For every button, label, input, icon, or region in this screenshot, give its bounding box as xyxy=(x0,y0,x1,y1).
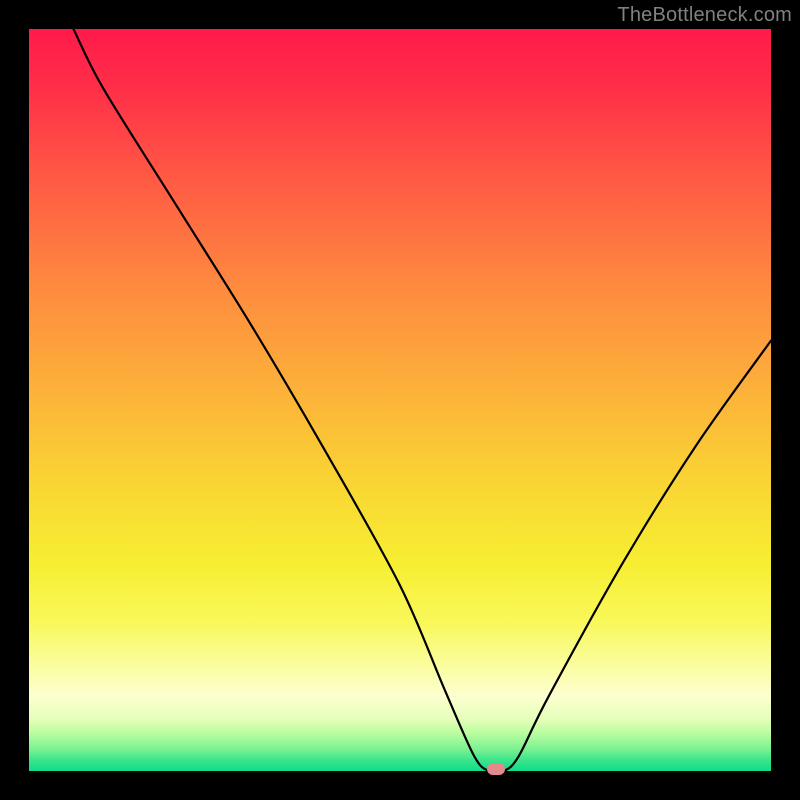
curve-svg xyxy=(29,29,771,771)
chart-container: TheBottleneck.com xyxy=(0,0,800,800)
plot-area xyxy=(29,29,771,771)
watermark-text: TheBottleneck.com xyxy=(617,4,792,27)
bottleneck-curve-path xyxy=(74,29,771,771)
minimum-marker xyxy=(487,763,505,775)
